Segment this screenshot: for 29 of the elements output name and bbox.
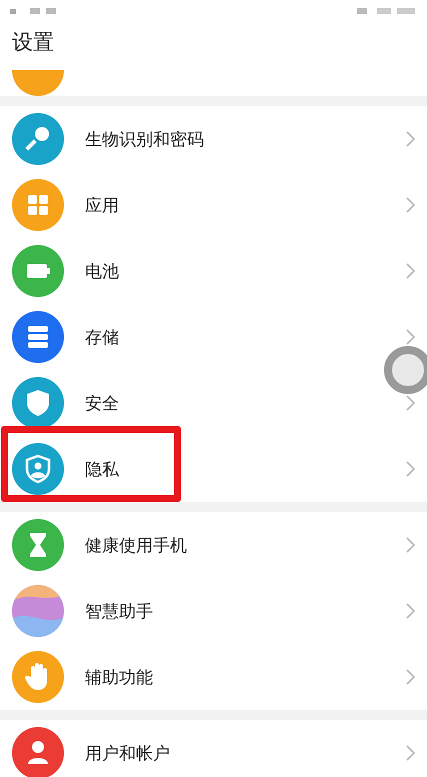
row-label: 应用 — [85, 194, 120, 216]
row-label: 隐私 — [85, 458, 120, 480]
row-label: 健康使用手机 — [85, 534, 188, 556]
settings-row[interactable]: 应用 — [0, 172, 427, 238]
chevron-icon — [406, 603, 415, 619]
row-label: 用户和帐户 — [85, 742, 171, 764]
settings-row[interactable]: 智慧助手 — [0, 578, 427, 644]
row-label: 智慧助手 — [85, 600, 154, 622]
row-label: 辅助功能 — [85, 666, 154, 688]
chevron-icon — [406, 197, 415, 213]
chevron-icon — [406, 537, 415, 553]
chevron-icon — [406, 461, 415, 477]
chevron-icon — [406, 745, 415, 761]
chevron-icon — [406, 263, 415, 279]
chevron-icon — [406, 395, 415, 411]
page-title: 设置 — [11, 29, 55, 56]
settings-row[interactable]: 电池 — [0, 238, 427, 304]
chevron-icon — [406, 329, 415, 345]
chevron-icon — [406, 669, 415, 685]
row-label: 安全 — [85, 392, 120, 414]
chevron-icon — [406, 131, 415, 147]
settings-row[interactable]: 健康使用手机 — [0, 512, 427, 578]
settings-row[interactable]: 隐私 — [0, 436, 427, 502]
row-label: 生物识别和密码 — [85, 128, 205, 150]
settings-row[interactable]: 辅助功能 — [0, 644, 427, 710]
row-label: 存储 — [85, 326, 120, 348]
row-label: 电池 — [85, 260, 120, 282]
settings-row[interactable]: 用户和帐户 — [0, 720, 427, 777]
settings-row[interactable]: 生物识别和密码 — [0, 106, 427, 172]
